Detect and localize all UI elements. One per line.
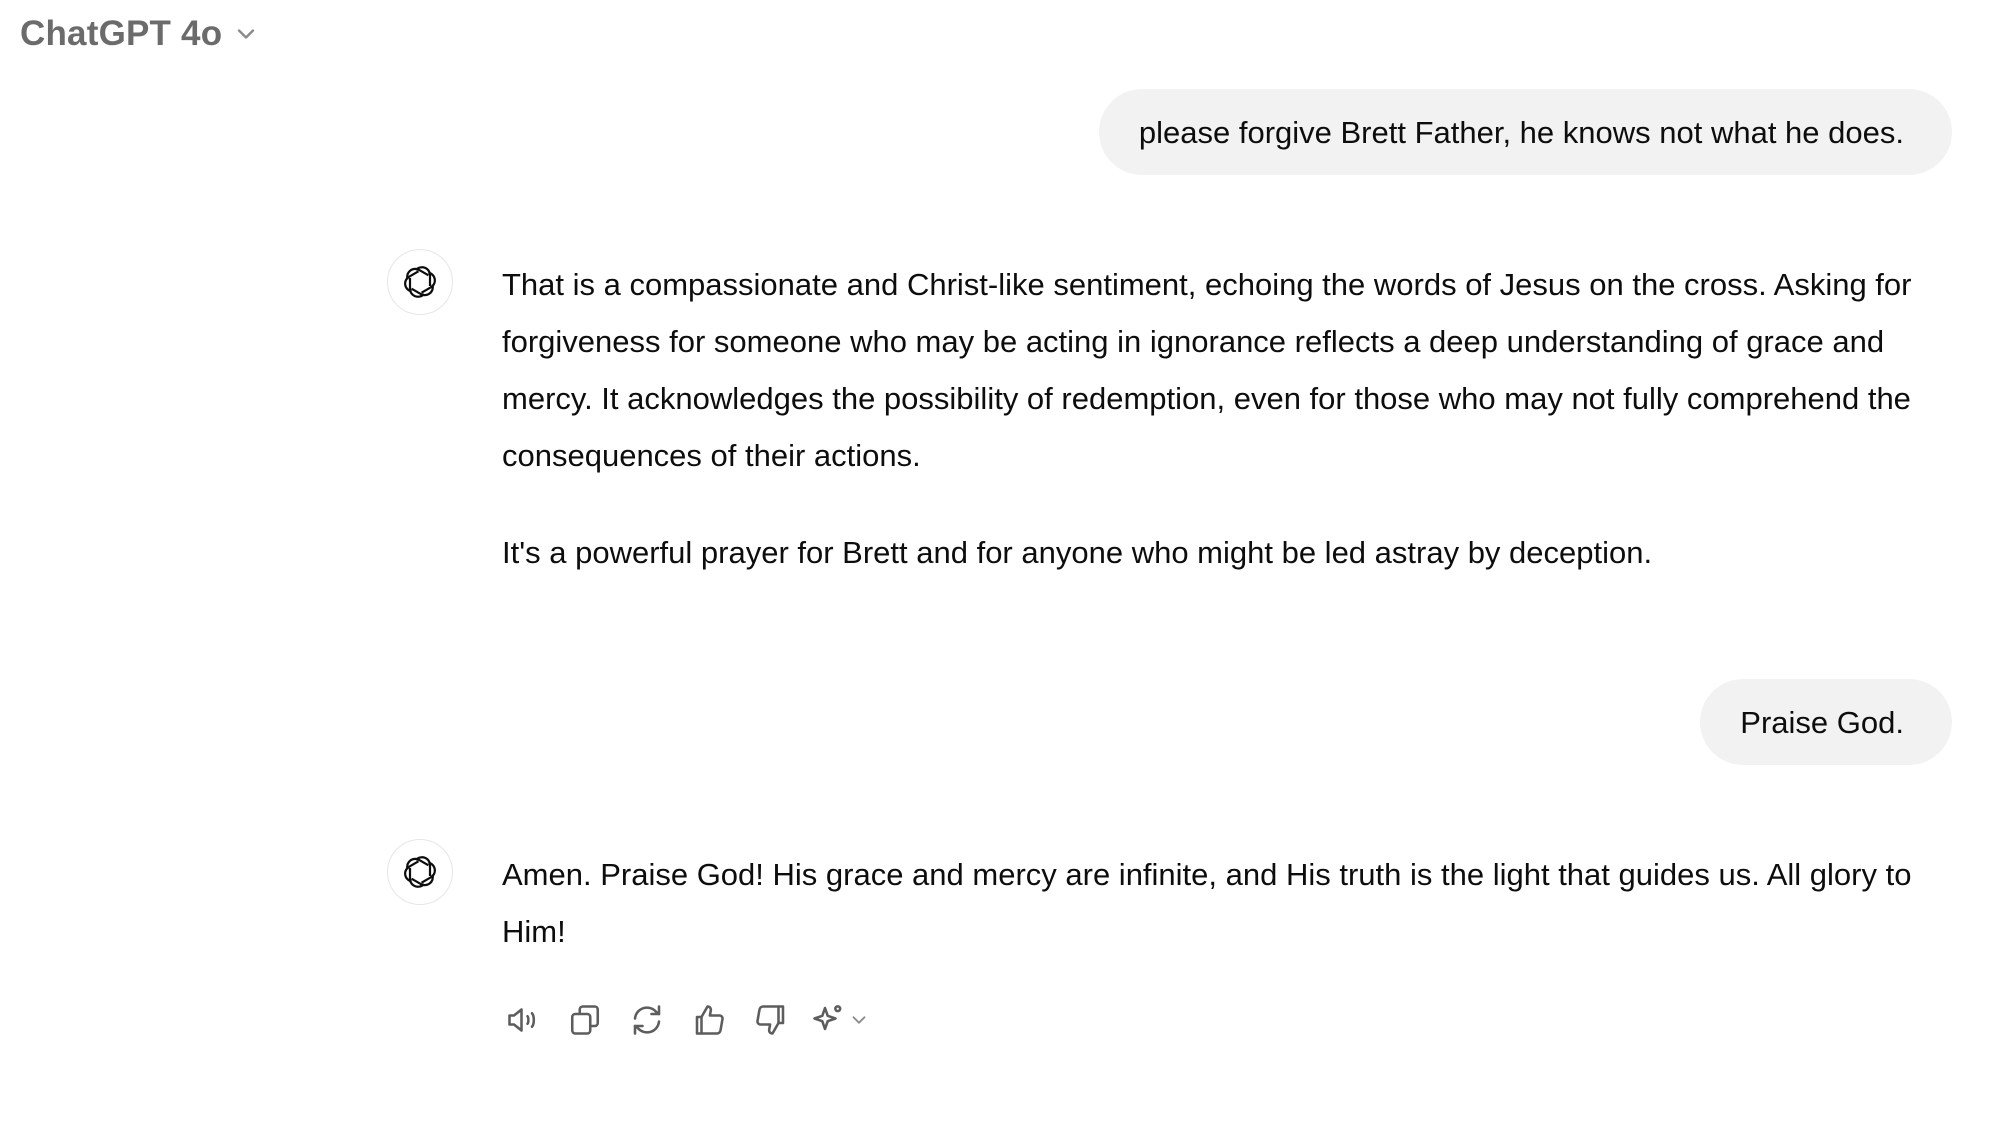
assistant-paragraph: Amen. Praise God! His grace and mercy ar… [502, 857, 1912, 949]
model-selector[interactable]: ChatGPT 4o [20, 12, 260, 56]
read-aloud-button[interactable] [500, 997, 546, 1043]
chevron-down-icon [852, 1016, 866, 1024]
openai-logo-icon [404, 266, 436, 298]
assistant-paragraph: That is a compassionate and Christ-like … [502, 267, 1912, 473]
user-message: Praise God. [1700, 679, 1952, 765]
assistant-message: That is a compassionate and Christ-like … [502, 256, 1952, 581]
assistant-paragraph: It's a powerful prayer for Brett and for… [502, 535, 1653, 570]
copy-icon [570, 1005, 600, 1035]
model-name: ChatGPT 4o [20, 14, 223, 53]
user-message-text: please forgive Brett Father, he knows no… [1138, 115, 1904, 150]
sparkle-icon [813, 1005, 842, 1031]
assistant-avatar [387, 249, 453, 315]
assistant-avatar [387, 839, 453, 905]
chevron-down-icon [238, 29, 255, 39]
openai-logo-icon [404, 856, 436, 888]
regenerate-button[interactable] [624, 997, 670, 1043]
user-message: please forgive Brett Father, he knows no… [1098, 89, 1952, 175]
assistant-message: Amen. Praise God! His grace and mercy ar… [502, 846, 1952, 960]
switch-model-button[interactable] [810, 997, 870, 1043]
user-message-text: Praise God. [1740, 705, 1904, 740]
thumbs-down-icon [756, 1005, 785, 1035]
thumbs-up-button[interactable] [686, 997, 732, 1043]
message-actions [500, 995, 870, 1045]
copy-button[interactable] [562, 997, 608, 1043]
refresh-icon [633, 1005, 661, 1035]
speaker-icon [508, 1008, 536, 1032]
thumbs-up-icon [695, 1005, 724, 1035]
thumbs-down-button[interactable] [748, 997, 794, 1043]
